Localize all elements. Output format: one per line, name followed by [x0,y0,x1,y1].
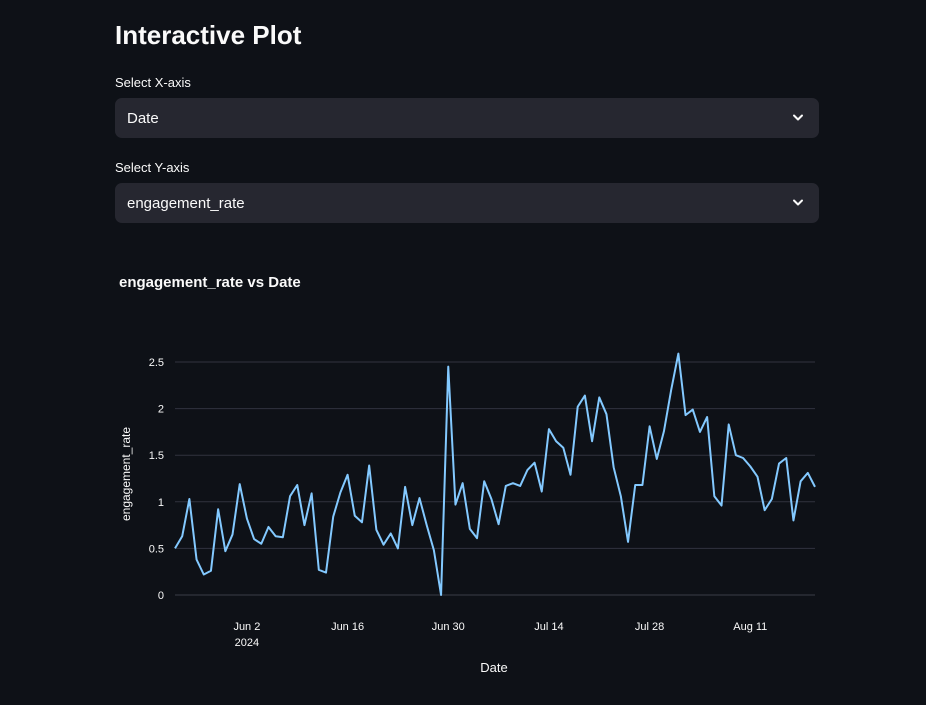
x-axis-select[interactable]: Date [115,98,819,138]
y-tick-label: 0.5 [149,543,164,555]
y-axis-select[interactable]: engagement_rate [115,183,819,223]
x-axis-ticks: Jun 2 2024 Jun 16 Jun 30 Jul 14 Jul 28 Aug 11 [233,621,767,649]
x-axis-title: Date [480,660,507,675]
x-tick-label: Jul 14 [534,621,563,633]
chart-grid [175,361,815,596]
y-axis-title: engagement_rate [119,427,133,521]
page-title: Interactive Plot [115,20,302,50]
y-axis-select-label: Select Y-axis [115,160,190,175]
y-tick-label: 0 [158,590,164,602]
engagement-line-chart[interactable]: 0 0.5 1 1.5 2 2.5 Jun 2 2024 Jun 16 Jun 30 Jul 14… [110,260,826,690]
x-tick-label: Aug 11 [733,621,767,633]
x-tick-sublabel: 2024 [235,637,259,649]
chevron-down-icon [793,114,803,121]
y-axis-ticks: 0 0.5 1 1.5 2 2.5 [149,357,164,602]
y-tick-label: 1.5 [149,450,164,462]
x-tick-label: Jun 2 [233,621,260,633]
x-axis-select-label: Select X-axis [115,75,191,90]
engagement-rate-series-line[interactable] [174,352,816,596]
y-tick-label: 2 [158,404,164,416]
y-tick-label: 2.5 [149,357,164,369]
x-axis-select-value: Date [127,109,159,127]
x-tick-label: Jun 16 [331,621,364,633]
y-tick-label: 1 [158,497,164,509]
x-tick-label: Jul 28 [635,621,664,633]
y-axis-select-value: engagement_rate [127,194,245,212]
x-tick-label: Jun 30 [432,621,465,633]
chevron-down-icon [793,199,803,206]
